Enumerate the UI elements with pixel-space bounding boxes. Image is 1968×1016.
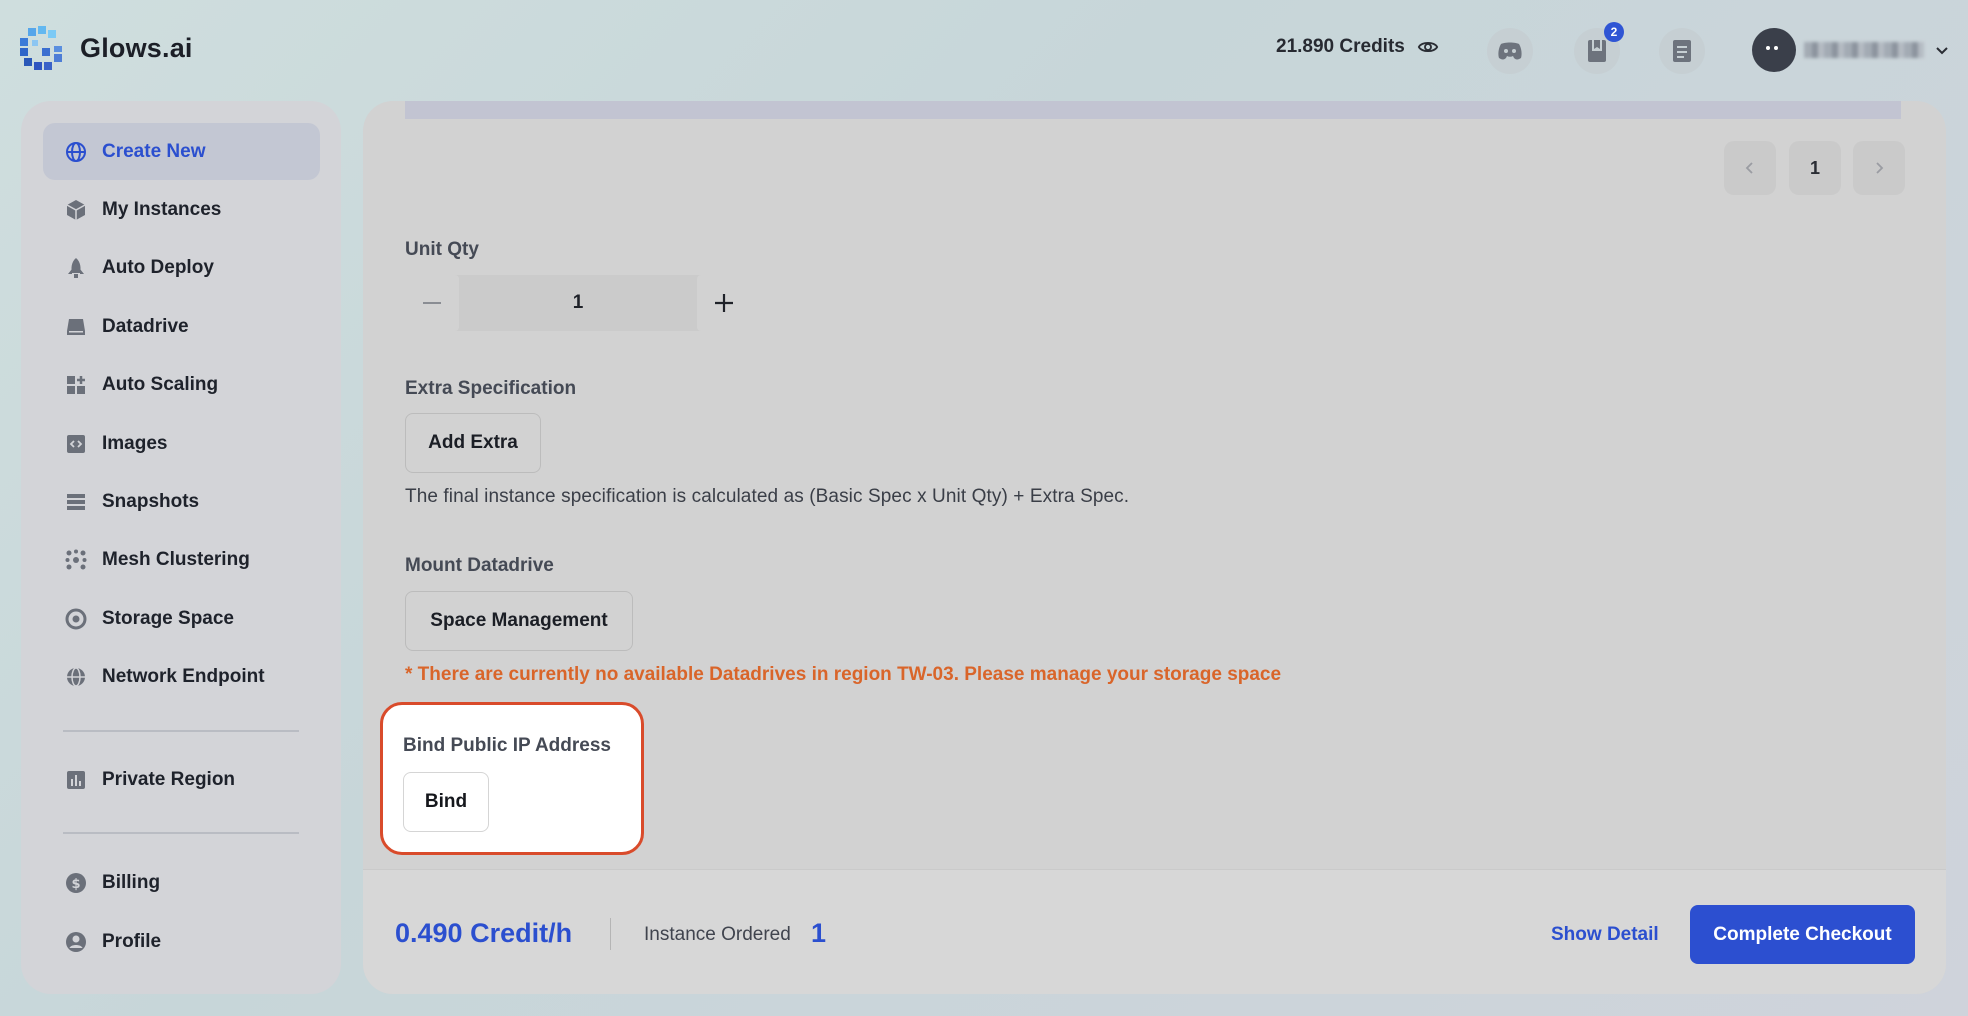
add-extra-button[interactable]: Add Extra bbox=[405, 413, 541, 473]
credits-display: 21.890 Credits bbox=[1276, 36, 1439, 58]
instance-ordered-label: Instance Ordered bbox=[644, 924, 791, 945]
sidebar-item-auto-scaling[interactable]: Auto Scaling bbox=[43, 356, 320, 413]
chevron-down-icon bbox=[1936, 47, 1948, 55]
spec-calculation-note: The final instance specification is calc… bbox=[405, 486, 1130, 507]
sidebar-item-label: Auto Scaling bbox=[102, 373, 219, 395]
user-menu[interactable] bbox=[1752, 28, 1950, 72]
pagination-current-page[interactable]: 1 bbox=[1789, 141, 1841, 195]
show-detail-link[interactable]: Show Detail bbox=[1551, 924, 1659, 946]
sidebar-item-label: Create New bbox=[102, 140, 206, 162]
sidebar-item-label: Snapshots bbox=[102, 490, 200, 512]
svg-text:$: $ bbox=[71, 877, 80, 892]
user-name-redacted bbox=[1804, 42, 1924, 58]
increment-button[interactable] bbox=[697, 275, 751, 331]
chevron-left-icon bbox=[1745, 162, 1753, 174]
sidebar-item-label: Billing bbox=[102, 871, 161, 893]
main-panel: 1 Unit Qty 1 Extra Specification Add Ext… bbox=[363, 101, 1946, 994]
sidebar: Create New My Instances Auto Deploy Data… bbox=[21, 101, 341, 994]
unit-qty-value[interactable]: 1 bbox=[459, 275, 697, 331]
datadrive-warning: * There are currently no available Datad… bbox=[405, 664, 1282, 685]
sidebar-item-label: Storage Space bbox=[102, 607, 234, 629]
sidebar-item-storage-space[interactable]: Storage Space bbox=[43, 590, 320, 647]
sidebar-item-billing[interactable]: $ Billing bbox=[43, 854, 320, 911]
bind-public-ip-section: Bind Public IP Address Bind bbox=[380, 702, 644, 855]
decrement-button[interactable] bbox=[405, 275, 459, 331]
instance-ordered-count: 1 bbox=[811, 918, 827, 948]
sidebar-item-label: Images bbox=[102, 432, 168, 454]
sidebar-item-snapshots[interactable]: Snapshots bbox=[43, 473, 320, 530]
grid-plus-icon bbox=[65, 374, 87, 396]
eye-icon[interactable] bbox=[1417, 36, 1439, 58]
cluster-icon bbox=[65, 549, 87, 571]
sidebar-item-profile[interactable]: Profile bbox=[43, 913, 320, 970]
brand-name: Glows.ai bbox=[80, 32, 193, 63]
drive-icon bbox=[65, 316, 87, 338]
sidebar-item-create-new[interactable]: Create New bbox=[43, 123, 320, 180]
sidebar-item-label: Datadrive bbox=[102, 315, 189, 337]
code-image-icon bbox=[65, 433, 87, 455]
notification-badge: 2 bbox=[1604, 22, 1624, 42]
glows-logo-icon bbox=[20, 26, 64, 70]
complete-checkout-button[interactable]: Complete Checkout bbox=[1690, 905, 1915, 964]
space-management-button[interactable]: Space Management bbox=[405, 591, 633, 651]
dollar-icon: $ bbox=[65, 872, 87, 894]
logo[interactable]: Glows.ai bbox=[20, 26, 193, 70]
rocket-icon bbox=[65, 257, 87, 279]
sidebar-divider bbox=[63, 832, 299, 834]
sidebar-item-label: Private Region bbox=[102, 768, 236, 790]
price-per-hour: 0.490 Credit/h bbox=[395, 918, 573, 948]
extra-spec-label: Extra Specification bbox=[405, 378, 577, 399]
bind-button[interactable]: Bind bbox=[403, 772, 489, 832]
cube-icon bbox=[65, 199, 87, 221]
stack-icon bbox=[65, 491, 87, 513]
pagination-next-button[interactable] bbox=[1853, 141, 1905, 195]
sidebar-item-datadrive[interactable]: Datadrive bbox=[43, 298, 320, 355]
docs-button[interactable]: 2 bbox=[1574, 22, 1624, 74]
sidebar-item-label: My Instances bbox=[102, 198, 222, 220]
sidebar-item-label: Auto Deploy bbox=[102, 256, 214, 278]
book-icon bbox=[1588, 40, 1606, 62]
top-bar: Glows.ai 21.890 Credits 2 bbox=[0, 0, 1968, 100]
bind-public-ip-label: Bind Public IP Address bbox=[403, 735, 611, 756]
sidebar-item-auto-deploy[interactable]: Auto Deploy bbox=[43, 239, 320, 296]
discord-icon bbox=[1498, 42, 1522, 60]
plus-icon bbox=[715, 294, 733, 312]
sidebar-item-images[interactable]: Images bbox=[43, 415, 320, 472]
credits-balance: 21.890 Credits bbox=[1276, 36, 1405, 57]
sidebar-item-mesh-clustering[interactable]: Mesh Clustering bbox=[43, 531, 320, 588]
user-icon bbox=[65, 931, 87, 953]
bar-chart-icon bbox=[65, 769, 87, 791]
checkout-footer: 0.490 Credit/h Instance Ordered 1 Show D… bbox=[363, 869, 1946, 994]
discord-button[interactable] bbox=[1487, 28, 1533, 74]
globe-icon bbox=[65, 141, 87, 163]
sidebar-item-label: Mesh Clustering bbox=[102, 548, 250, 570]
table-bottom-strip bbox=[405, 101, 1901, 119]
sidebar-item-private-region[interactable]: Private Region bbox=[43, 751, 320, 808]
sidebar-item-label: Network Endpoint bbox=[102, 665, 265, 687]
orders-button[interactable] bbox=[1659, 28, 1705, 74]
sidebar-item-network-endpoint[interactable]: Network Endpoint bbox=[43, 648, 320, 705]
unit-qty-label: Unit Qty bbox=[405, 239, 479, 260]
chevron-right-icon bbox=[1876, 162, 1884, 174]
sidebar-item-my-instances[interactable]: My Instances bbox=[43, 181, 320, 238]
minus-icon bbox=[423, 302, 441, 304]
avatar bbox=[1752, 28, 1796, 72]
sidebar-divider bbox=[63, 730, 299, 732]
mount-datadrive-label: Mount Datadrive bbox=[405, 555, 554, 576]
document-icon bbox=[1673, 40, 1691, 62]
pagination-prev-button[interactable] bbox=[1724, 141, 1776, 195]
network-globe-icon bbox=[65, 666, 87, 688]
footer-divider bbox=[610, 918, 611, 950]
sidebar-item-label: Profile bbox=[102, 930, 162, 952]
storage-icon bbox=[65, 608, 87, 630]
unit-qty-stepper: 1 bbox=[405, 275, 751, 331]
